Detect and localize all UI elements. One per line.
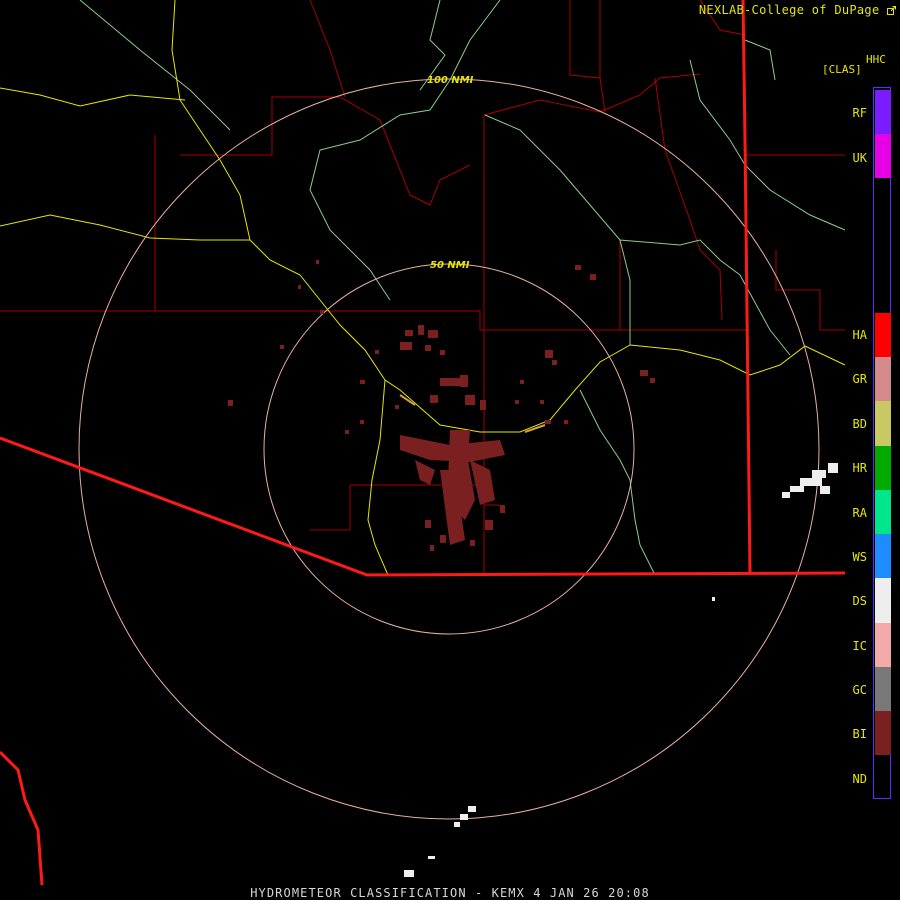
legend-label-ws: WS bbox=[852, 550, 867, 564]
legend-swatch-uk bbox=[875, 134, 891, 178]
legend-label-rf: RF bbox=[852, 106, 867, 120]
legend-label-gr: GR bbox=[852, 372, 867, 386]
credit-label[interactable]: NEXLAB-College of DuPage bbox=[699, 3, 896, 17]
radar-map: 50 NMI 100 NMI bbox=[0, 0, 846, 886]
legend-label-bd: BD bbox=[852, 417, 867, 431]
product-class: [CLAS] bbox=[822, 63, 862, 76]
legend-label-hr: HR bbox=[852, 461, 867, 475]
product-title: HYDROMETEOR CLASSIFICATION - KEMX 4 JAN … bbox=[250, 886, 650, 900]
legend-swatch-ra bbox=[875, 490, 891, 534]
legend-label-nd: ND bbox=[852, 772, 867, 786]
legend-label-ra: RA bbox=[852, 506, 867, 520]
legend-swatch-bd bbox=[875, 401, 891, 446]
legend-swatch-ws bbox=[875, 534, 891, 578]
legend-swatch-gr bbox=[875, 357, 891, 401]
legend-label-ds: DS bbox=[852, 594, 867, 608]
product-code: HHC bbox=[866, 53, 886, 66]
legend-swatch-bi bbox=[875, 711, 891, 755]
external-link-icon[interactable] bbox=[887, 6, 896, 15]
ring-label-50: 50 NMI bbox=[430, 260, 470, 271]
credit-text[interactable]: NEXLAB-College of DuPage bbox=[699, 3, 880, 17]
legend-label-ic: IC bbox=[852, 639, 867, 653]
legend-label-bi: BI bbox=[852, 727, 867, 741]
legend-swatch-ha bbox=[875, 313, 891, 357]
legend-swatch-hr bbox=[875, 446, 891, 490]
echoes-dry-snow bbox=[404, 463, 838, 877]
legend-label-gc: GC bbox=[852, 683, 867, 697]
legend-swatch-ic bbox=[875, 623, 891, 667]
legend-swatch-ds bbox=[875, 578, 891, 623]
echoes-biological bbox=[228, 260, 655, 551]
legend-swatch-rf bbox=[875, 90, 891, 134]
legend-label-uk: UK bbox=[852, 151, 867, 165]
legend-label-ha: HA bbox=[852, 328, 867, 342]
ring-label-100: 100 NMI bbox=[427, 75, 474, 86]
legend-swatch-gc bbox=[875, 667, 891, 711]
legend-colorbar bbox=[873, 87, 891, 799]
